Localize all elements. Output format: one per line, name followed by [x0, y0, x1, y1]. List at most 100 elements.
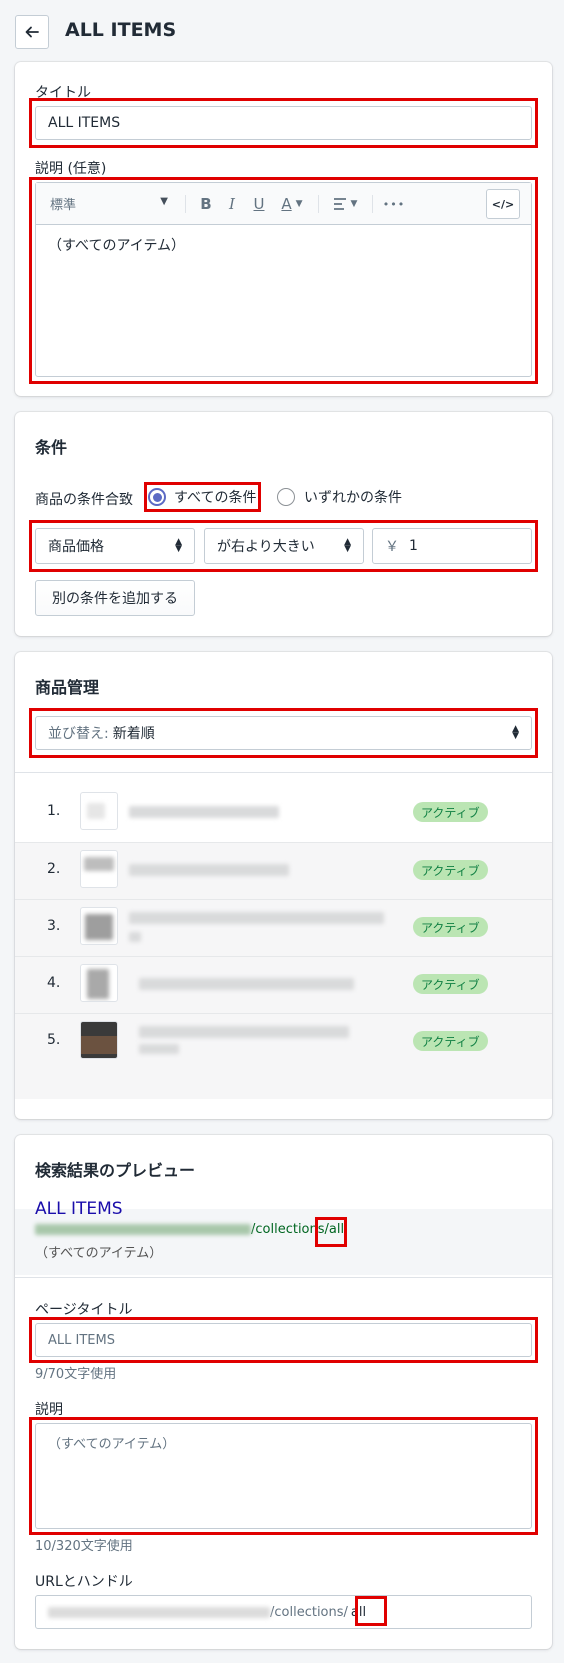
select-arrows-icon: ▲ ▼	[512, 724, 519, 741]
url-handle-value: all	[350, 1604, 367, 1620]
status-badge: アクティブ	[413, 1031, 488, 1051]
list-item[interactable]: 4. アクティブ	[15, 956, 552, 1013]
list-item[interactable]: 3. アクティブ	[15, 899, 552, 956]
caret-down-icon: ▼	[295, 199, 303, 209]
url-path: /collections/	[270, 1604, 348, 1620]
sort-select[interactable]: 並び替え: 新着順 ▲ ▼	[35, 716, 532, 750]
sort-prefix: 並び替え:	[48, 726, 109, 742]
editor-content[interactable]: （すべてのアイテム）	[36, 225, 531, 376]
description-label: 説明 (任意)	[35, 161, 107, 177]
preview-description: （すべてのアイテム）	[35, 1246, 163, 1261]
italic-icon[interactable]: I	[222, 193, 242, 215]
product-name-blurred	[129, 932, 141, 942]
condition-value: 1	[409, 538, 418, 554]
condition-operator-select[interactable]: が右より大きい ▲ ▼	[204, 528, 364, 564]
url-domain-blurred	[48, 1606, 270, 1618]
status-badge: アクティブ	[413, 974, 488, 994]
bold-icon[interactable]: B	[196, 193, 216, 215]
text-color-letter: A	[281, 195, 292, 213]
seo-description-value: （すべてのアイテム）	[48, 1437, 176, 1452]
product-name-blurred	[129, 912, 384, 924]
divider	[15, 772, 552, 773]
more-icon[interactable]: •••	[382, 193, 406, 215]
seo-heading: 検索結果のプレビュー	[35, 1161, 196, 1180]
toolbar-divider	[372, 195, 373, 213]
match-label: 商品の条件合致	[35, 492, 133, 508]
radio-all-label: すべての条件	[174, 490, 257, 506]
condition-value-input[interactable]: ￥ 1	[372, 528, 532, 564]
page-title-input-value: ALL ITEMS	[48, 1332, 115, 1348]
sort-value: 新着順	[112, 726, 155, 742]
seo-description-label: 説明	[35, 1402, 63, 1418]
page-title-input[interactable]: ALL ITEMS	[35, 1323, 532, 1357]
add-condition-label: 別の条件を追加する	[52, 591, 178, 607]
list-item[interactable]: 1. アクティブ	[15, 784, 552, 841]
radio-any-label: いずれかの条件	[304, 490, 402, 506]
select-arrows-icon: ▲ ▼	[175, 537, 182, 554]
status-badge: アクティブ	[413, 860, 488, 880]
add-condition-button[interactable]: 別の条件を追加する	[35, 580, 195, 616]
product-name-blurred	[139, 978, 354, 990]
page-title-label: ページタイトル	[35, 1302, 133, 1318]
conditions-heading: 条件	[35, 438, 68, 457]
preview-url: /collections/ all	[35, 1222, 344, 1237]
back-button[interactable]	[15, 15, 49, 49]
product-thumbnail	[80, 1021, 118, 1059]
products-card: 商品管理 並び替え: 新着順 ▲ ▼ 1. アクティブ 2. アクティブ 3. ア…	[15, 652, 552, 1119]
row-number: 2.	[47, 861, 61, 877]
preview-url-path: /collections/	[251, 1222, 329, 1237]
title-input[interactable]: ALL ITEMS	[35, 106, 532, 140]
align-left-icon	[333, 198, 346, 210]
code-icon: </>	[491, 197, 515, 211]
conditions-card: 条件 商品の条件合致 すべての条件 いずれかの条件 商品価格 ▲ ▼ が右より大き…	[15, 412, 552, 636]
seo-description-input[interactable]: （すべてのアイテム）	[35, 1423, 532, 1529]
radio-any-condition[interactable]: いずれかの条件	[277, 487, 402, 507]
product-thumbnail	[80, 792, 118, 830]
code-view-button[interactable]: </>	[486, 189, 520, 219]
url-handle-label: URLとハンドル	[35, 1574, 133, 1590]
preview-title[interactable]: ALL ITEMS	[35, 1199, 123, 1219]
underline-icon[interactable]: U	[249, 193, 269, 215]
arrow-left-icon	[25, 26, 39, 38]
radio-selected-icon	[148, 488, 166, 506]
divider	[15, 1277, 552, 1278]
list-item[interactable]: 2. アクティブ	[15, 842, 552, 899]
product-thumbnail	[80, 964, 118, 1002]
align-icon[interactable]: ▼	[328, 193, 362, 215]
product-name-blurred	[129, 864, 289, 876]
text-color-icon[interactable]: A ▼	[276, 193, 308, 215]
title-input-value: ALL ITEMS	[48, 115, 121, 131]
caret-down-icon: ▼	[350, 199, 358, 209]
product-name-blurred	[139, 1026, 349, 1038]
row-number: 4.	[47, 975, 61, 991]
status-badge: アクティブ	[413, 802, 488, 822]
text-style-value: 標準	[50, 198, 77, 213]
products-heading: 商品管理	[35, 678, 100, 697]
page-title: ALL ITEMS	[65, 19, 177, 41]
row-number: 5.	[47, 1032, 61, 1048]
preview-url-handle: all	[328, 1222, 345, 1237]
radio-all-conditions[interactable]: すべての条件	[148, 487, 256, 507]
preview-domain-blurred	[35, 1224, 251, 1235]
row-number: 1.	[47, 803, 61, 819]
url-handle-input[interactable]: /collections/ all	[35, 1595, 532, 1629]
details-card: タイトル ALL ITEMS 説明 (任意) 標準 ▼ B I U A ▼ ▼ …	[15, 62, 552, 396]
list-item[interactable]: 5. アクティブ	[15, 1013, 552, 1070]
text-style-select[interactable]: 標準 ▼	[50, 194, 168, 214]
product-thumbnail	[80, 850, 118, 888]
caret-down-icon: ▼	[160, 196, 168, 207]
condition-field-select[interactable]: 商品価格 ▲ ▼	[35, 528, 195, 564]
description-count: 10/320文字使用	[35, 1539, 133, 1554]
currency-symbol: ￥	[385, 539, 399, 555]
condition-operator-value: が右より大きい	[217, 539, 315, 555]
product-name-blurred	[139, 1044, 179, 1054]
product-name-blurred	[129, 806, 279, 818]
row-number: 3.	[47, 918, 61, 934]
product-thumbnail	[80, 907, 118, 945]
status-badge: アクティブ	[413, 917, 488, 937]
rich-text-editor: 標準 ▼ B I U A ▼ ▼ ••• </> （すべてのアイテム）	[35, 182, 532, 377]
condition-field-value: 商品価格	[48, 539, 104, 555]
editor-toolbar: 標準 ▼ B I U A ▼ ▼ ••• </>	[36, 183, 531, 225]
toolbar-divider	[318, 195, 319, 213]
toolbar-divider	[185, 195, 186, 213]
